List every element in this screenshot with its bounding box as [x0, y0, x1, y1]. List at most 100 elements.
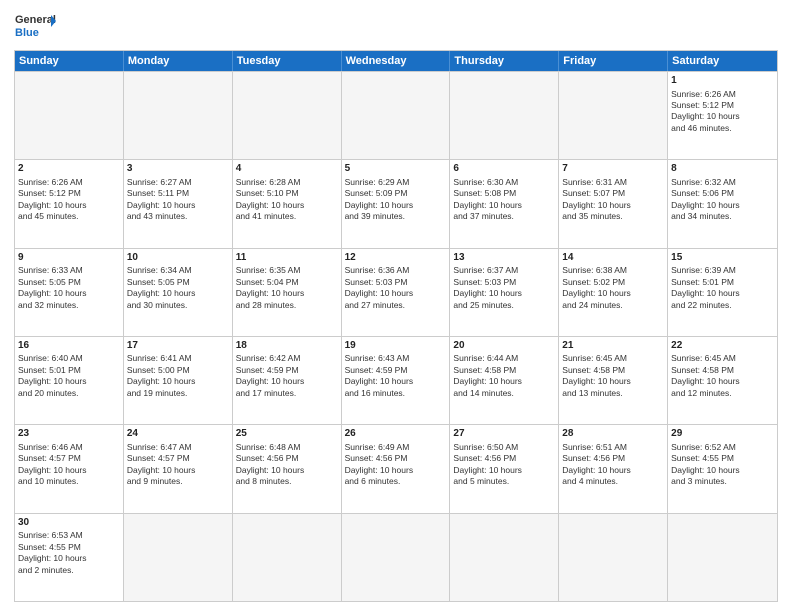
day-info: Sunrise: 6:28 AM Sunset: 5:10 PM Dayligh…: [236, 177, 338, 223]
day-info: Sunrise: 6:40 AM Sunset: 5:01 PM Dayligh…: [18, 353, 120, 399]
day-number: 29: [671, 427, 774, 441]
cal-cell: 2Sunrise: 6:26 AM Sunset: 5:12 PM Daylig…: [15, 160, 124, 247]
day-info: Sunrise: 6:53 AM Sunset: 4:55 PM Dayligh…: [18, 530, 120, 576]
logo: General Blue: [14, 10, 56, 44]
cal-cell: 14Sunrise: 6:38 AM Sunset: 5:02 PM Dayli…: [559, 249, 668, 336]
cal-cell: 5Sunrise: 6:29 AM Sunset: 5:09 PM Daylig…: [342, 160, 451, 247]
weekday-header-tuesday: Tuesday: [233, 51, 342, 71]
week-row-3: 9Sunrise: 6:33 AM Sunset: 5:05 PM Daylig…: [15, 248, 777, 336]
day-number: 27: [453, 427, 555, 441]
cal-cell: 29Sunrise: 6:52 AM Sunset: 4:55 PM Dayli…: [668, 425, 777, 512]
weekday-header-saturday: Saturday: [668, 51, 777, 71]
day-number: 3: [127, 162, 229, 176]
day-info: Sunrise: 6:44 AM Sunset: 4:58 PM Dayligh…: [453, 353, 555, 399]
cal-cell: [124, 72, 233, 159]
day-number: 7: [562, 162, 664, 176]
day-info: Sunrise: 6:51 AM Sunset: 4:56 PM Dayligh…: [562, 442, 664, 488]
cal-cell: 9Sunrise: 6:33 AM Sunset: 5:05 PM Daylig…: [15, 249, 124, 336]
week-row-2: 2Sunrise: 6:26 AM Sunset: 5:12 PM Daylig…: [15, 159, 777, 247]
day-number: 21: [562, 339, 664, 353]
day-number: 25: [236, 427, 338, 441]
cal-cell: 18Sunrise: 6:42 AM Sunset: 4:59 PM Dayli…: [233, 337, 342, 424]
day-info: Sunrise: 6:35 AM Sunset: 5:04 PM Dayligh…: [236, 265, 338, 311]
weekday-header-monday: Monday: [124, 51, 233, 71]
day-number: 26: [345, 427, 447, 441]
day-info: Sunrise: 6:37 AM Sunset: 5:03 PM Dayligh…: [453, 265, 555, 311]
day-number: 30: [18, 516, 120, 530]
day-number: 17: [127, 339, 229, 353]
cal-cell: 3Sunrise: 6:27 AM Sunset: 5:11 PM Daylig…: [124, 160, 233, 247]
cal-cell: 6Sunrise: 6:30 AM Sunset: 5:08 PM Daylig…: [450, 160, 559, 247]
day-number: 16: [18, 339, 120, 353]
day-number: 19: [345, 339, 447, 353]
cal-cell: [450, 514, 559, 601]
day-info: Sunrise: 6:49 AM Sunset: 4:56 PM Dayligh…: [345, 442, 447, 488]
day-info: Sunrise: 6:32 AM Sunset: 5:06 PM Dayligh…: [671, 177, 774, 223]
cal-cell: [15, 72, 124, 159]
cal-cell: 7Sunrise: 6:31 AM Sunset: 5:07 PM Daylig…: [559, 160, 668, 247]
calendar-body: 1 Sunrise: 6:26 AM Sunset: 5:12 PM Daylig…: [15, 71, 777, 601]
cal-cell: 13Sunrise: 6:37 AM Sunset: 5:03 PM Dayli…: [450, 249, 559, 336]
cal-cell: 27Sunrise: 6:50 AM Sunset: 4:56 PM Dayli…: [450, 425, 559, 512]
week-row-4: 16Sunrise: 6:40 AM Sunset: 5:01 PM Dayli…: [15, 336, 777, 424]
day-info: Sunrise: 6:50 AM Sunset: 4:56 PM Dayligh…: [453, 442, 555, 488]
day-info: Sunrise: 6:38 AM Sunset: 5:02 PM Dayligh…: [562, 265, 664, 311]
cal-cell: [450, 72, 559, 159]
weekday-header-wednesday: Wednesday: [342, 51, 451, 71]
day-info: Sunrise: 6:29 AM Sunset: 5:09 PM Dayligh…: [345, 177, 447, 223]
header: General Blue: [14, 10, 778, 44]
day-number: 4: [236, 162, 338, 176]
week-row-1: 1Sunrise: 6:26 AM Sunset: 5:12 PM Daylig…: [15, 71, 777, 159]
weekday-header-sunday: Sunday: [15, 51, 124, 71]
cal-cell: 11Sunrise: 6:35 AM Sunset: 5:04 PM Dayli…: [233, 249, 342, 336]
day-info: Sunrise: 6:45 AM Sunset: 4:58 PM Dayligh…: [562, 353, 664, 399]
day-number: 13: [453, 251, 555, 265]
day-number: 6: [453, 162, 555, 176]
day-number: 1: [671, 74, 774, 88]
cal-cell: 10Sunrise: 6:34 AM Sunset: 5:05 PM Dayli…: [124, 249, 233, 336]
cal-cell: 15Sunrise: 6:39 AM Sunset: 5:01 PM Dayli…: [668, 249, 777, 336]
cal-cell: 25Sunrise: 6:48 AM Sunset: 4:56 PM Dayli…: [233, 425, 342, 512]
week-row-6: 30Sunrise: 6:53 AM Sunset: 4:55 PM Dayli…: [15, 513, 777, 601]
day-info: Sunrise: 6:39 AM Sunset: 5:01 PM Dayligh…: [671, 265, 774, 311]
calendar-header: SundayMondayTuesdayWednesdayThursdayFrid…: [15, 51, 777, 71]
day-info: Sunrise: 6:41 AM Sunset: 5:00 PM Dayligh…: [127, 353, 229, 399]
cal-cell: [124, 514, 233, 601]
svg-text:Blue: Blue: [15, 27, 39, 39]
weekday-header-thursday: Thursday: [450, 51, 559, 71]
day-info: Sunrise: 6:31 AM Sunset: 5:07 PM Dayligh…: [562, 177, 664, 223]
cal-cell: [668, 514, 777, 601]
day-info: Sunrise: 6:48 AM Sunset: 4:56 PM Dayligh…: [236, 442, 338, 488]
day-info: Sunrise: 6:52 AM Sunset: 4:55 PM Dayligh…: [671, 442, 774, 488]
cal-cell: 1Sunrise: 6:26 AM Sunset: 5:12 PM Daylig…: [668, 72, 777, 159]
cal-cell: 21Sunrise: 6:45 AM Sunset: 4:58 PM Dayli…: [559, 337, 668, 424]
day-number: 18: [236, 339, 338, 353]
day-info: Sunrise: 6:46 AM Sunset: 4:57 PM Dayligh…: [18, 442, 120, 488]
cal-cell: [559, 514, 668, 601]
day-info: Sunrise: 6:34 AM Sunset: 5:05 PM Dayligh…: [127, 265, 229, 311]
day-info: Sunrise: 6:42 AM Sunset: 4:59 PM Dayligh…: [236, 353, 338, 399]
day-info: Sunrise: 6:33 AM Sunset: 5:05 PM Dayligh…: [18, 265, 120, 311]
cal-cell: 24Sunrise: 6:47 AM Sunset: 4:57 PM Dayli…: [124, 425, 233, 512]
day-number: 11: [236, 251, 338, 265]
day-info: Sunrise: 6:36 AM Sunset: 5:03 PM Dayligh…: [345, 265, 447, 311]
day-number: 23: [18, 427, 120, 441]
cal-cell: 12Sunrise: 6:36 AM Sunset: 5:03 PM Dayli…: [342, 249, 451, 336]
day-info: Sunrise: 6:27 AM Sunset: 5:11 PM Dayligh…: [127, 177, 229, 223]
day-number: 28: [562, 427, 664, 441]
day-number: 20: [453, 339, 555, 353]
cal-cell: [559, 72, 668, 159]
day-info: Sunrise: 6:43 AM Sunset: 4:59 PM Dayligh…: [345, 353, 447, 399]
cal-cell: 8Sunrise: 6:32 AM Sunset: 5:06 PM Daylig…: [668, 160, 777, 247]
day-info: Sunrise: 6:30 AM Sunset: 5:08 PM Dayligh…: [453, 177, 555, 223]
day-number: 14: [562, 251, 664, 265]
cal-cell: 17Sunrise: 6:41 AM Sunset: 5:00 PM Dayli…: [124, 337, 233, 424]
cal-cell: [342, 72, 451, 159]
day-number: 8: [671, 162, 774, 176]
day-info: Sunrise: 6:26 AM Sunset: 5:12 PM Dayligh…: [18, 177, 120, 223]
day-number: 2: [18, 162, 120, 176]
cal-cell: 26Sunrise: 6:49 AM Sunset: 4:56 PM Dayli…: [342, 425, 451, 512]
svg-text:General: General: [15, 14, 56, 26]
cal-cell: 20Sunrise: 6:44 AM Sunset: 4:58 PM Dayli…: [450, 337, 559, 424]
day-number: 15: [671, 251, 774, 265]
